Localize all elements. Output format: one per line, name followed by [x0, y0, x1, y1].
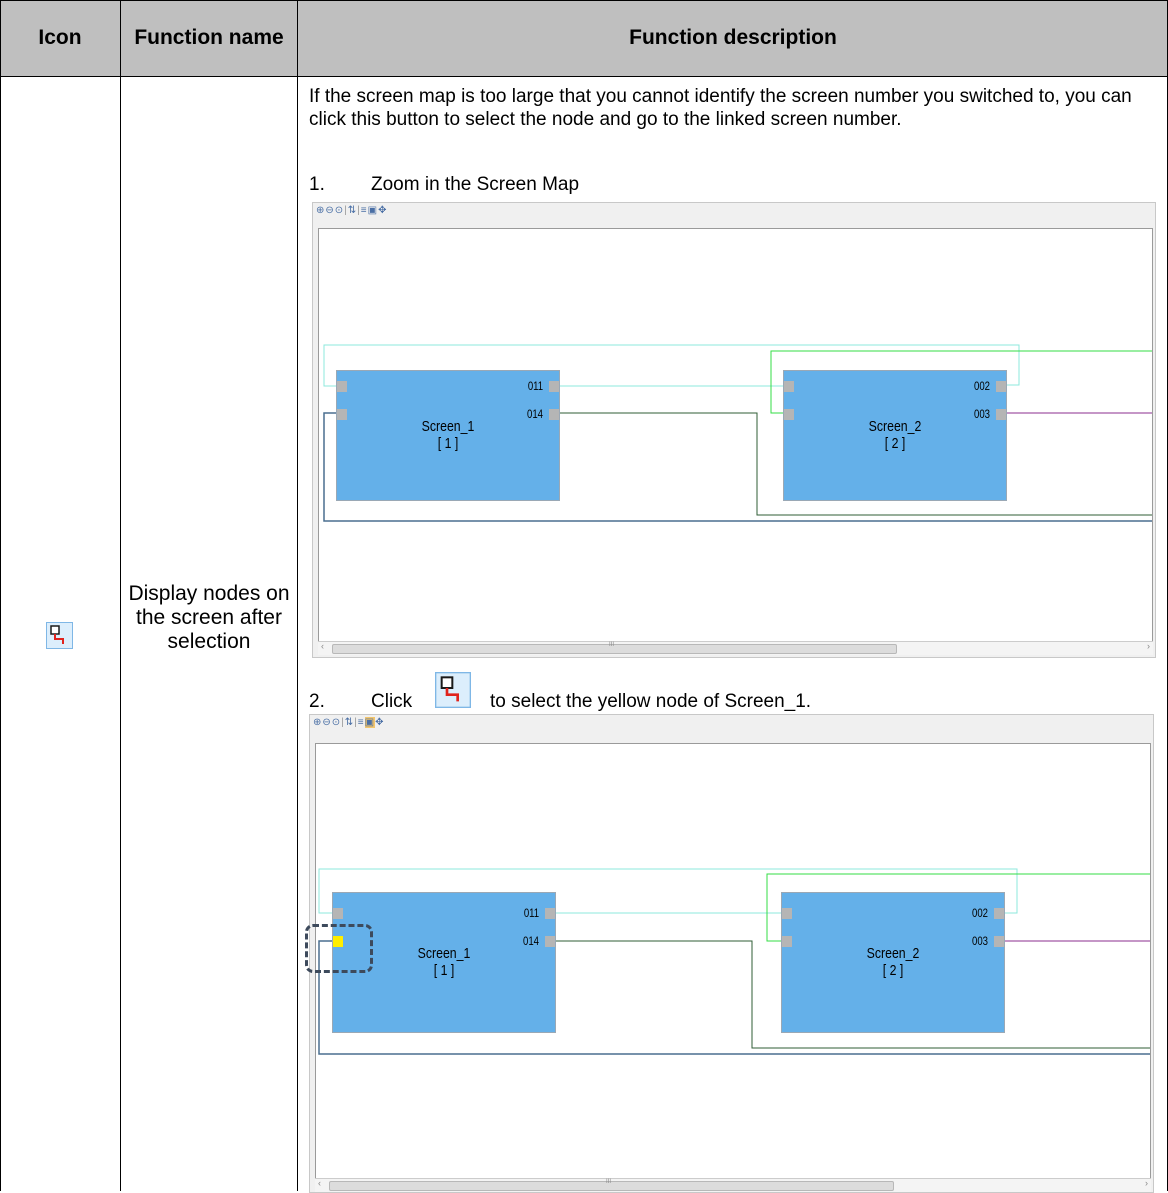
screen-name: Screen_2	[866, 945, 920, 962]
header-function-description: Function description	[629, 26, 837, 49]
port-in-2[interactable]	[337, 409, 347, 420]
map-canvas: 011 014 Screen_1 [ 1 ] 002 003 Screen_2 …	[315, 743, 1151, 1179]
map-toolbar: ⊕⊖⊙|⇅|≡▣✥	[316, 205, 388, 216]
scroll-left-arrow[interactable]: ‹	[321, 641, 324, 651]
screen-node-1[interactable]: 011 014 Screen_1 [ 1 ]	[336, 370, 560, 501]
scroll-right-arrow[interactable]: ›	[1147, 641, 1150, 651]
step1-text: Zoom in the Screen Map	[371, 174, 580, 195]
zoom-in-icon[interactable]: ⊕	[316, 205, 325, 216]
port-in-2[interactable]	[782, 936, 792, 947]
center-icon[interactable]: ✥	[378, 205, 387, 216]
zoom-out-icon[interactable]: ⊖	[322, 717, 331, 728]
port-out-003[interactable]	[994, 936, 1004, 947]
zoom-fit-icon[interactable]: ⊙	[335, 205, 344, 216]
port-out-011[interactable]	[549, 381, 559, 392]
port-out-014[interactable]	[545, 936, 555, 947]
screen-number: [ 2 ]	[884, 435, 906, 452]
port-in-1[interactable]	[782, 908, 792, 919]
map-toolbar: ⊕⊖⊙|⇅|≡▣✥	[313, 717, 385, 728]
display-nodes-icon[interactable]: ▣	[364, 717, 376, 728]
screen-name: Screen_1	[417, 945, 471, 962]
port-label: 002	[971, 906, 988, 920]
table-top-border	[0, 0, 1168, 1]
port-label: 011	[527, 379, 543, 393]
screen-name: Screen_1	[421, 418, 475, 435]
port-in-2[interactable]	[784, 409, 794, 420]
step1-number: 1.	[309, 174, 325, 195]
list-icon[interactable]: ≡	[358, 717, 365, 728]
display-nodes-icon	[46, 622, 73, 649]
selection-highlight	[305, 924, 373, 973]
list-icon[interactable]: ≡	[361, 205, 368, 216]
header-function-name: Function name	[134, 26, 284, 49]
port-label: 002	[973, 379, 990, 393]
screen-map-selected: ⊕⊖⊙|⇅|≡▣✥ 011 014 Screen_1 [ 1 ] 002 003	[309, 714, 1154, 1193]
refresh-icon[interactable]: ⇅	[348, 205, 357, 216]
screen-number: [ 1 ]	[433, 962, 455, 979]
step2-number: 2.	[309, 691, 325, 712]
display-nodes-icon[interactable]: ▣	[368, 205, 378, 216]
header-divider	[0, 76, 1168, 77]
screen-node-2[interactable]: 002 003 Screen_2 [ 2 ]	[781, 892, 1005, 1033]
port-label: 014	[522, 934, 539, 948]
column-divider-1	[120, 0, 121, 1191]
screen-number: [ 1 ]	[437, 435, 459, 452]
port-out-002[interactable]	[994, 908, 1004, 919]
port-label: 003	[971, 934, 988, 948]
scroll-right-arrow[interactable]: ›	[1145, 1178, 1148, 1188]
screen-map-zoomed: ⊕⊖⊙|⇅|≡▣✥ 011 014 Screen_1 [ 1 ] 002 003	[312, 202, 1156, 658]
header-icon: Icon	[38, 26, 82, 49]
port-out-014[interactable]	[549, 409, 559, 420]
screen-name: Screen_2	[868, 418, 922, 435]
step2-click-word: Click	[371, 691, 413, 712]
column-divider-2	[297, 0, 298, 1191]
table-left-border	[0, 0, 1, 1191]
port-label: 003	[973, 407, 990, 421]
function-name: Display nodes on the screen after select…	[128, 582, 290, 653]
scrollbar-thumb[interactable]: III	[332, 642, 897, 654]
zoom-out-icon[interactable]: ⊖	[325, 205, 334, 216]
horizontal-scrollbar[interactable]: ‹ III ›	[315, 1178, 1151, 1192]
scrollbar-grip: III	[606, 1179, 612, 1185]
port-out-003[interactable]	[996, 409, 1006, 420]
port-in-1[interactable]	[784, 381, 794, 392]
port-out-011[interactable]	[545, 908, 555, 919]
center-icon[interactable]: ✥	[375, 717, 384, 728]
port-in-1[interactable]	[333, 908, 343, 919]
horizontal-scrollbar[interactable]: ‹ III ›	[318, 641, 1153, 655]
port-out-002[interactable]	[996, 381, 1006, 392]
port-label: 011	[523, 906, 539, 920]
scrollbar-thumb[interactable]: III	[329, 1179, 894, 1191]
intro-paragraph: If the screen map is too large that you …	[309, 86, 1132, 130]
zoom-fit-icon[interactable]: ⊙	[332, 717, 341, 728]
port-label: 014	[526, 407, 543, 421]
scrollbar-grip: III	[609, 642, 615, 648]
port-in-1[interactable]	[337, 381, 347, 392]
zoom-in-icon[interactable]: ⊕	[313, 717, 322, 728]
display-nodes-icon	[435, 672, 471, 708]
refresh-icon[interactable]: ⇅	[345, 717, 354, 728]
step2-text: to select the yellow node of Screen_1.	[490, 691, 812, 712]
scroll-left-arrow[interactable]: ‹	[318, 1178, 321, 1188]
screen-number: [ 2 ]	[882, 962, 904, 979]
map-canvas: 011 014 Screen_1 [ 1 ] 002 003 Screen_2 …	[318, 228, 1153, 642]
screen-node-2[interactable]: 002 003 Screen_2 [ 2 ]	[783, 370, 1007, 501]
